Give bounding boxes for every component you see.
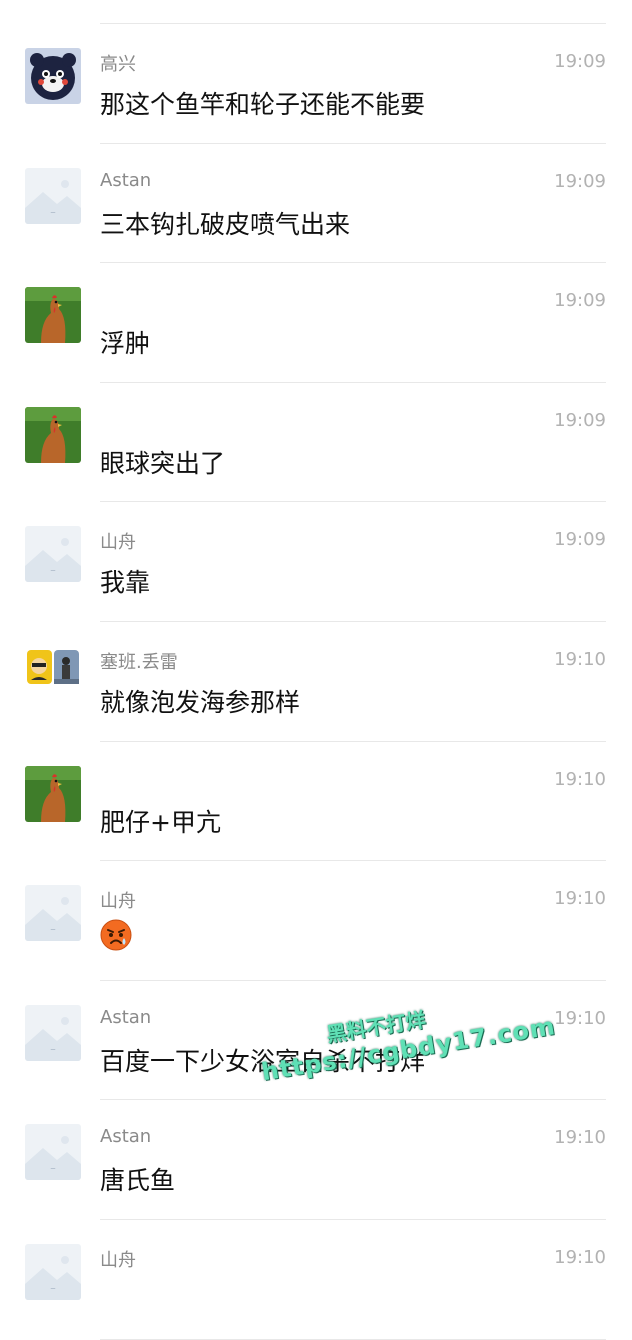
avatar[interactable] bbox=[25, 645, 81, 702]
message-text: 浮肿 bbox=[100, 329, 151, 359]
avatar[interactable]: — bbox=[25, 1004, 81, 1061]
avatar[interactable] bbox=[25, 287, 81, 344]
chat-message-row[interactable]: — 山舟 19:09 我靠 bbox=[0, 502, 632, 622]
chat-message-row[interactable]: 高兴 19:09 那这个鱼竿和轮子还能不能要 bbox=[0, 24, 632, 144]
avatar[interactable]: — bbox=[25, 885, 81, 942]
sender-name: 山舟 bbox=[100, 1249, 136, 1271]
scared-face-emoji bbox=[100, 919, 132, 951]
sender-name: 山舟 bbox=[100, 891, 136, 913]
message-time: 19:10 bbox=[554, 888, 606, 910]
chat-message-row[interactable]: 19:10 肥仔+甲亢 bbox=[0, 742, 632, 862]
avatar[interactable] bbox=[25, 765, 81, 822]
chat-message-list: 高兴 19:09 那这个鱼竿和轮子还能不能要 — Astan 19:09 三本钩扎破皮喷气出… bbox=[0, 24, 632, 1340]
chat-message-row[interactable]: — 山舟 19:10 bbox=[0, 861, 632, 981]
message-time: 19:09 bbox=[554, 529, 606, 551]
message-time: 19:09 bbox=[554, 170, 606, 192]
sender-name: 山舟 bbox=[100, 532, 136, 554]
message-text: 肥仔+甲亢 bbox=[100, 807, 221, 837]
chat-message-row[interactable]: 19:09 浮肿 bbox=[0, 263, 632, 383]
avatar[interactable]: — bbox=[25, 167, 81, 224]
message-time: 19:10 bbox=[554, 648, 606, 670]
svg-text:—: — bbox=[51, 1286, 56, 1292]
svg-text:—: — bbox=[51, 1047, 56, 1053]
avatar[interactable] bbox=[25, 48, 81, 104]
avatar[interactable]: — bbox=[25, 1124, 81, 1181]
message-time: 19:09 bbox=[554, 409, 606, 431]
message-text: 三本钩扎破皮喷气出来 bbox=[100, 209, 351, 239]
message-text: 眼球突出了 bbox=[100, 448, 226, 478]
avatar[interactable]: — bbox=[25, 526, 81, 583]
message-time: 19:09 bbox=[554, 290, 606, 312]
avatar[interactable] bbox=[25, 406, 81, 463]
sender-name: 塞班.丢雷 bbox=[100, 651, 178, 673]
svg-text:—: — bbox=[51, 927, 56, 933]
svg-text:—: — bbox=[51, 210, 56, 216]
avatar[interactable]: — bbox=[25, 1243, 81, 1300]
sender-name: Astan bbox=[100, 1006, 152, 1028]
svg-text:—: — bbox=[51, 1166, 56, 1172]
chat-message-row[interactable]: 19:09 眼球突出了 bbox=[0, 383, 632, 503]
message-time: 19:10 bbox=[554, 768, 606, 790]
message-text: 就像泡发海参那样 bbox=[100, 687, 301, 717]
message-time: 19:10 bbox=[554, 1007, 606, 1029]
chat-message-row[interactable]: — Astan 19:10 百度一下少女浴室自杀不打烊 bbox=[0, 981, 632, 1101]
chat-message-row[interactable]: — Astan 19:10 唐氏鱼 bbox=[0, 1100, 632, 1220]
message-time: 19:10 bbox=[554, 1127, 606, 1149]
message-time: 19:09 bbox=[554, 51, 606, 72]
row-divider bbox=[100, 1338, 606, 1340]
message-text: 我靠 bbox=[100, 568, 151, 598]
sender-name: Astan bbox=[100, 1126, 152, 1148]
chat-message-row[interactable]: 塞班.丢雷 19:10 就像泡发海参那样 bbox=[0, 622, 632, 742]
sender-name: 高兴 bbox=[100, 54, 136, 75]
message-text: 那这个鱼竿和轮子还能不能要 bbox=[100, 90, 426, 119]
message-text: 百度一下少女浴室自杀不打烊 bbox=[100, 1046, 426, 1076]
sender-name: Astan bbox=[100, 169, 152, 191]
message-text: 唐氏鱼 bbox=[100, 1166, 176, 1196]
message-time: 19:10 bbox=[554, 1246, 606, 1268]
svg-text:—: — bbox=[51, 568, 56, 574]
chat-message-row[interactable]: — Astan 19:09 三本钩扎破皮喷气出来 bbox=[0, 144, 632, 264]
